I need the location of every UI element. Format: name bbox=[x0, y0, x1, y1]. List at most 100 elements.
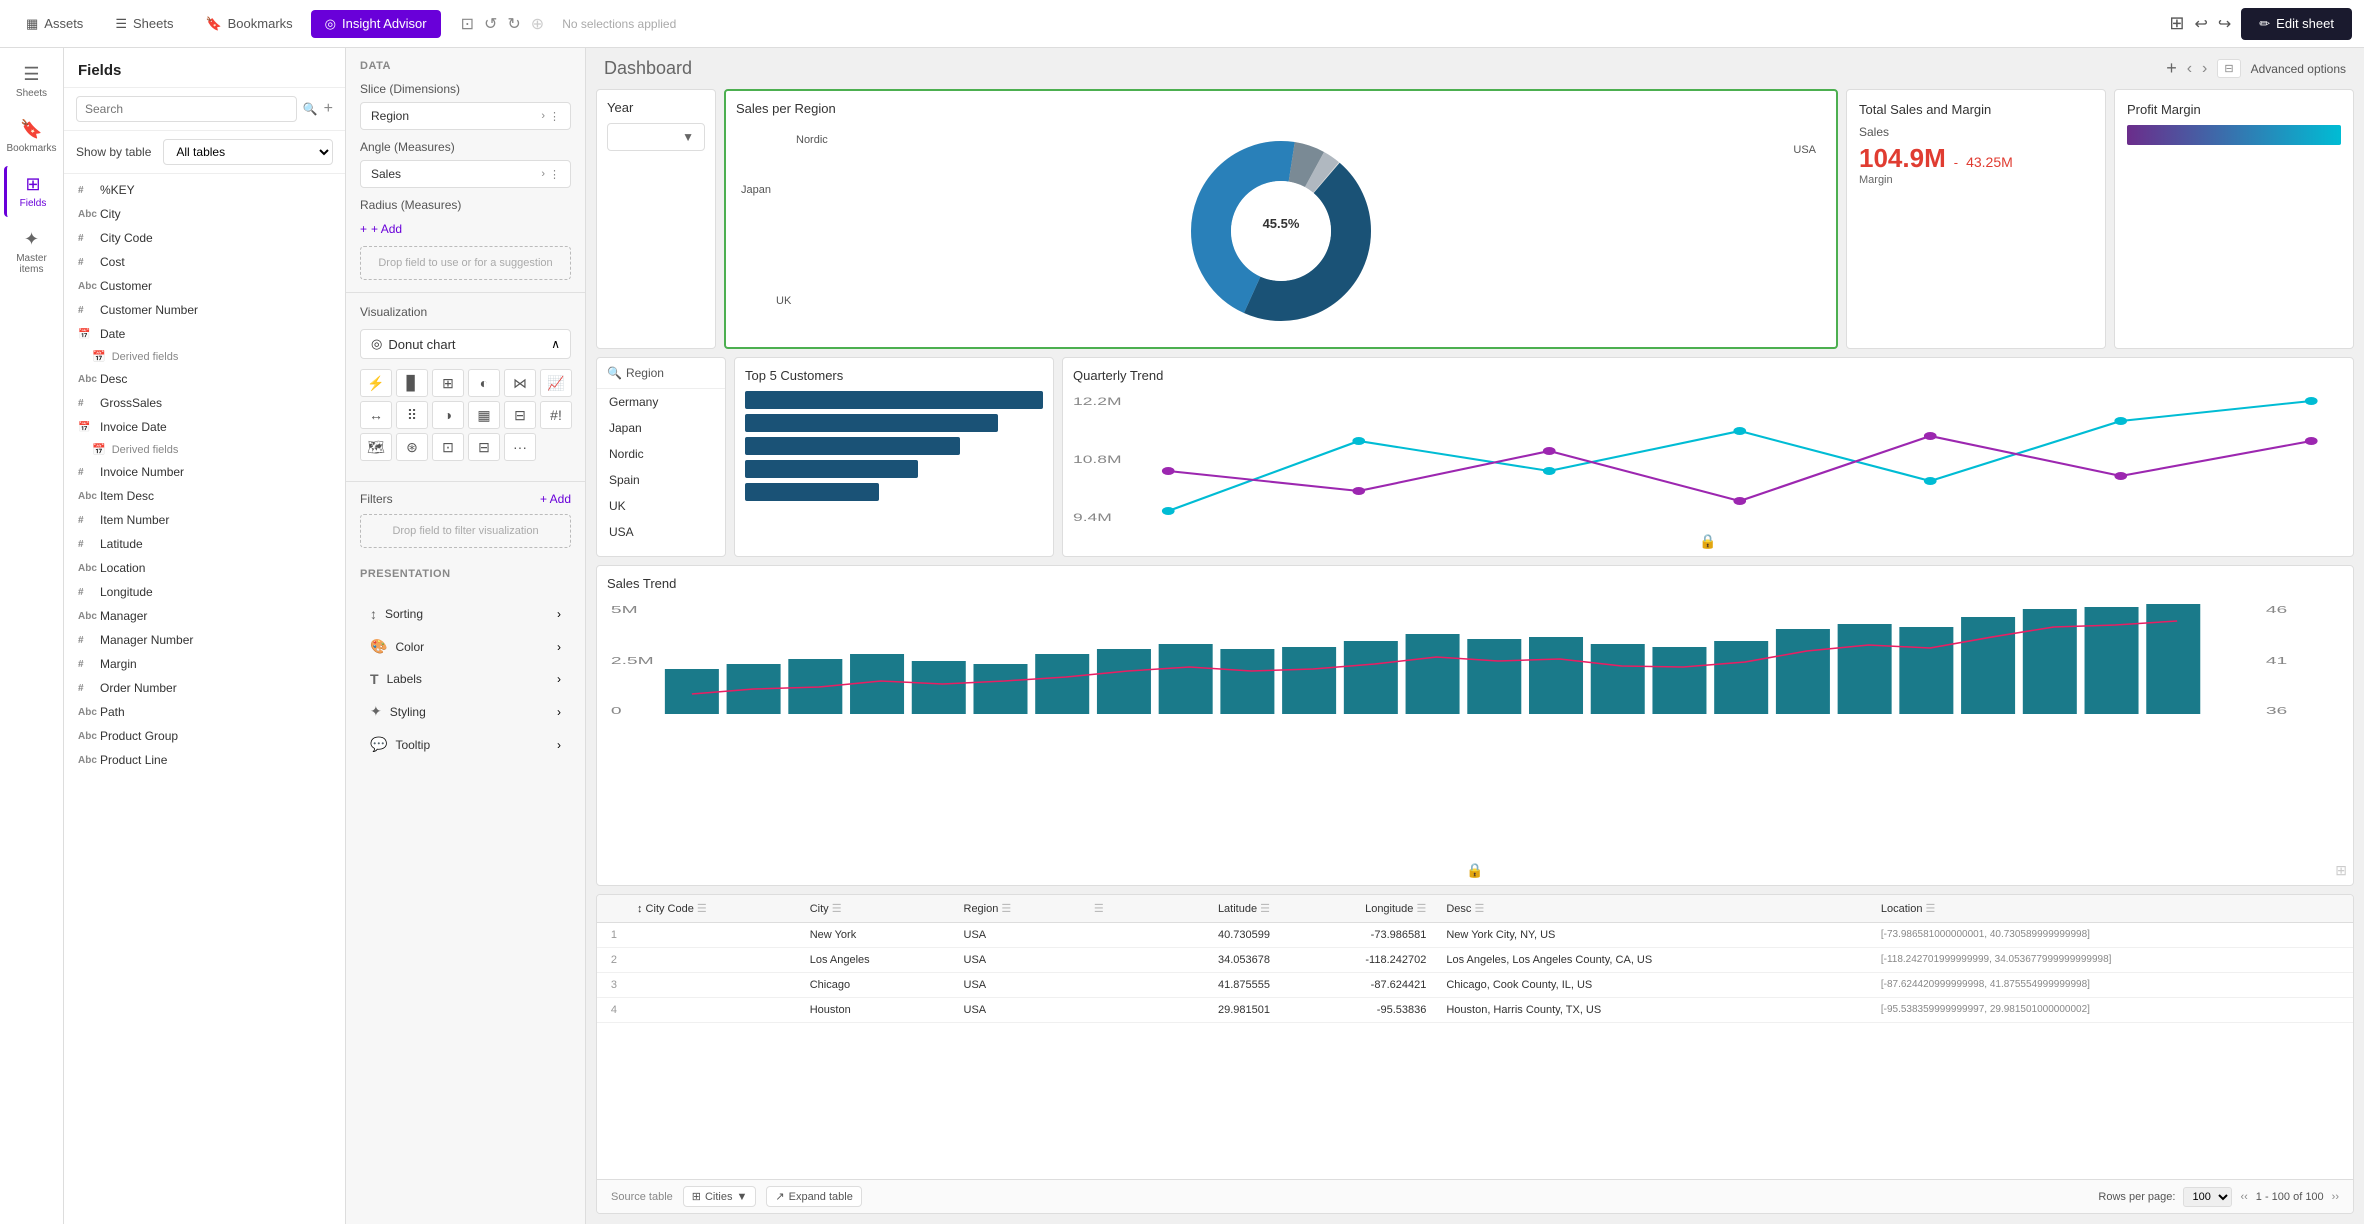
field-item-latitude[interactable]: #Latitude bbox=[64, 532, 345, 556]
prev-page-btn[interactable]: ‹‹ bbox=[2240, 1191, 2247, 1203]
region-item-uk[interactable]: UK bbox=[597, 493, 725, 519]
fields-search-input[interactable] bbox=[76, 96, 297, 122]
viz-pie-icon[interactable]: ◑ bbox=[432, 401, 464, 429]
th-region[interactable]: Region ☰ bbox=[954, 895, 1084, 923]
field-item-location[interactable]: AbcLocation bbox=[64, 556, 345, 580]
add-widget-icon[interactable]: + bbox=[2166, 58, 2177, 79]
pres-styling[interactable]: ✦ Styling › bbox=[360, 695, 571, 728]
viz-bar-icon[interactable]: ▊ bbox=[396, 369, 428, 397]
field-item-longitude[interactable]: #Longitude bbox=[64, 580, 345, 604]
city-code-col-menu[interactable]: ☰ bbox=[697, 903, 707, 915]
pres-tooltip[interactable]: 💬 Tooltip › bbox=[360, 728, 571, 761]
lock-tool-icon[interactable]: ⊕ bbox=[531, 14, 544, 34]
nav-bookmarks[interactable]: 🔖 Bookmarks bbox=[4, 111, 60, 162]
th-city-code[interactable]: ↕ City Code ☰ bbox=[627, 895, 800, 923]
show-by-table-select[interactable]: All tables bbox=[163, 139, 333, 165]
viz-map-icon[interactable]: 🗺 bbox=[360, 433, 392, 461]
field-item-grosssales[interactable]: #GrossSales bbox=[64, 391, 345, 415]
tab-assets[interactable]: ▦ Assets bbox=[12, 10, 97, 38]
field-item-order-number[interactable]: #Order Number bbox=[64, 676, 345, 700]
loc-col-menu[interactable]: ☰ bbox=[1926, 903, 1936, 915]
field-item-%key[interactable]: #%KEY bbox=[64, 178, 345, 202]
th-city[interactable]: City ☰ bbox=[800, 895, 954, 923]
viz-pivot-icon[interactable]: ⊟ bbox=[504, 401, 536, 429]
region-item-usa[interactable]: USA bbox=[597, 519, 725, 545]
field-item-cost[interactable]: #Cost bbox=[64, 250, 345, 274]
field-item-manager[interactable]: AbcManager bbox=[64, 604, 345, 628]
viz-network-icon[interactable]: ⊛ bbox=[396, 433, 428, 461]
field-item-item-desc[interactable]: AbcItem Desc bbox=[64, 484, 345, 508]
th-location[interactable]: Location ☰ bbox=[1871, 895, 2353, 923]
angle-field[interactable]: Sales › ⋮ bbox=[360, 160, 571, 188]
next-page-btn[interactable]: ›› bbox=[2332, 1191, 2339, 1203]
lat-col-menu[interactable]: ☰ bbox=[1260, 903, 1270, 915]
th-desc[interactable]: Desc ☰ bbox=[1436, 895, 1871, 923]
viz-grid-icon[interactable]: ⊡ bbox=[432, 433, 464, 461]
grid-icon[interactable]: ⊞ bbox=[2169, 13, 2184, 34]
viz-combo-icon[interactable]: ⋈ bbox=[504, 369, 536, 397]
nav-fields[interactable]: ⊞ Fields bbox=[4, 166, 60, 217]
field-item-product-group[interactable]: AbcProduct Group bbox=[64, 724, 345, 748]
lon-col-menu[interactable]: ☰ bbox=[1416, 903, 1426, 915]
back-icon[interactable]: ↺ bbox=[484, 14, 497, 34]
derived-fields-invoice-date[interactable]: 📅Derived fields bbox=[64, 439, 345, 460]
viz-line-icon[interactable]: 📈 bbox=[540, 369, 572, 397]
th-latitude[interactable]: Latitude ☰ bbox=[1141, 895, 1280, 923]
field-item-customer[interactable]: AbcCustomer bbox=[64, 274, 345, 298]
field-item-product-line[interactable]: AbcProduct Line bbox=[64, 748, 345, 772]
pres-labels[interactable]: T Labels › bbox=[360, 663, 571, 695]
pres-color[interactable]: 🎨 Color › bbox=[360, 630, 571, 663]
th-longitude[interactable]: Longitude ☰ bbox=[1280, 895, 1436, 923]
pres-sorting[interactable]: ↕ Sorting › bbox=[360, 598, 571, 630]
tab-insight-advisor[interactable]: ◎ Insight Advisor bbox=[311, 10, 441, 38]
select-tool-icon[interactable]: ⊡ bbox=[461, 14, 474, 34]
field-item-date[interactable]: 📅Date bbox=[64, 322, 345, 346]
redo-icon[interactable]: ↪ bbox=[2218, 14, 2231, 34]
field-item-city[interactable]: AbcCity bbox=[64, 202, 345, 226]
field-item-invoice-number[interactable]: #Invoice Number bbox=[64, 460, 345, 484]
year-dropdown[interactable]: ▼ bbox=[607, 123, 705, 151]
region-col-menu[interactable]: ☰ bbox=[1001, 903, 1011, 915]
nav-sheets[interactable]: ☰ Sheets bbox=[4, 56, 60, 107]
undo-icon[interactable]: ↩ bbox=[2194, 14, 2207, 34]
menu-dots-icon2[interactable]: ⋮ bbox=[549, 168, 560, 181]
region-item-spain[interactable]: Spain bbox=[597, 467, 725, 493]
viz-treemap-icon[interactable]: ▦ bbox=[468, 401, 500, 429]
sales-trend-table-icon[interactable]: ⊞ bbox=[2335, 862, 2347, 879]
slice-field[interactable]: Region › ⋮ bbox=[360, 102, 571, 130]
viz-num-icon[interactable]: #! bbox=[540, 401, 572, 429]
search-icon[interactable]: 🔍 bbox=[303, 102, 318, 116]
viz-bar2-icon[interactable]: ↔ bbox=[360, 401, 392, 429]
region-item-germany[interactable]: Germany bbox=[597, 389, 725, 415]
forward-icon[interactable]: ↻ bbox=[507, 14, 520, 34]
filters-add-button[interactable]: + Add bbox=[540, 492, 571, 506]
desc-col-menu[interactable]: ☰ bbox=[1474, 903, 1484, 915]
toggle-icon[interactable]: ⊟ bbox=[2217, 59, 2240, 78]
field-item-desc[interactable]: AbcDesc bbox=[64, 367, 345, 391]
field-item-margin[interactable]: #Margin bbox=[64, 652, 345, 676]
region-item-japan[interactable]: Japan bbox=[597, 415, 725, 441]
search-region-icon[interactable]: 🔍 bbox=[607, 366, 622, 380]
add-field-icon[interactable]: + bbox=[324, 100, 333, 118]
expand-table-button[interactable]: ⊞ Cities ▼ bbox=[683, 1186, 757, 1207]
field-item-item-number[interactable]: #Item Number bbox=[64, 508, 345, 532]
tab-sheets[interactable]: ☰ Sheets bbox=[101, 10, 187, 38]
prev-page-icon[interactable]: ‹ bbox=[2187, 60, 2192, 78]
derived-fields-date[interactable]: 📅Derived fields bbox=[64, 346, 345, 367]
menu-dots-icon[interactable]: ⋮ bbox=[549, 110, 560, 123]
nav-master-items[interactable]: ✦ Master items bbox=[4, 221, 60, 283]
field-item-customer-number[interactable]: #Customer Number bbox=[64, 298, 345, 322]
field-item-path[interactable]: AbcPath bbox=[64, 700, 345, 724]
next-page-icon[interactable]: › bbox=[2202, 60, 2207, 78]
region-item-nordic[interactable]: Nordic bbox=[597, 441, 725, 467]
viz-type-selector[interactable]: ◎ Donut chart ∧ bbox=[360, 329, 571, 359]
field-item-city-code[interactable]: #City Code bbox=[64, 226, 345, 250]
advanced-options-label[interactable]: Advanced options bbox=[2251, 62, 2346, 76]
rows-per-page-select[interactable]: 100 bbox=[2183, 1187, 2232, 1207]
viz-auto-icon[interactable]: ⚡ bbox=[360, 369, 392, 397]
tab-bookmarks[interactable]: 🔖 Bookmarks bbox=[191, 10, 306, 38]
city-col-menu[interactable]: ☰ bbox=[832, 903, 842, 915]
viz-more-icon[interactable]: ··· bbox=[504, 433, 536, 461]
field-item-manager-number[interactable]: #Manager Number bbox=[64, 628, 345, 652]
viz-scatter-icon[interactable]: ⠿ bbox=[396, 401, 428, 429]
